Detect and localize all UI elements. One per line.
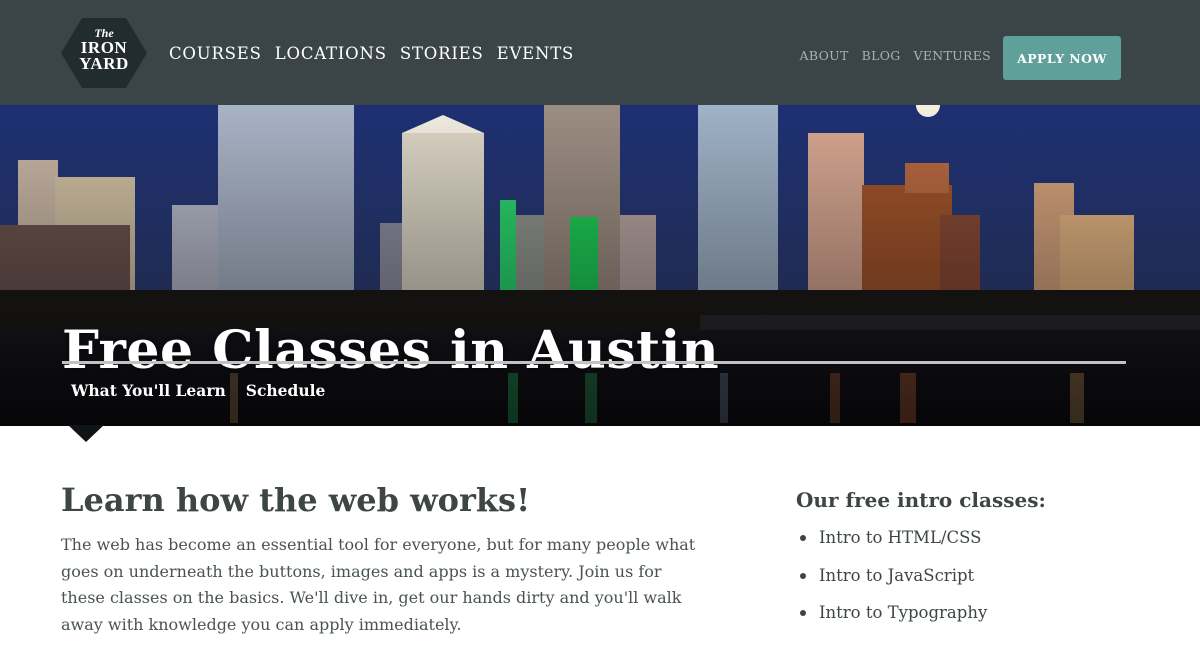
hero-tabs: What You'll Learn Schedule [71,380,325,402]
hero-banner: Free Classes in Austin What You'll Learn… [0,105,1200,426]
logo-wordmark: The IRON YARD [61,16,147,90]
class-label: Intro to JavaScript [819,565,975,585]
list-item: Intro to Typography [800,599,987,637]
logo-line-yard: YARD [79,54,129,73]
main-nav: COURSES LOCATIONS STORIES EVENTS [169,43,574,65]
nav-blog[interactable]: BLOG [862,47,901,65]
nav-about[interactable]: ABOUT [800,47,849,65]
site-header: The IRON YARD COURSES LOCATIONS STORIES … [0,0,1200,105]
hero-divider [62,361,1126,364]
nav-locations[interactable]: LOCATIONS [275,43,387,65]
hero-title: Free Classes in Austin [62,320,720,381]
tab-schedule[interactable]: Schedule [246,380,326,402]
list-item: Intro to JavaScript [800,562,987,600]
bullet-icon [800,535,806,541]
class-label: Intro to Typography [819,603,988,622]
nav-ventures[interactable]: VENTURES [914,47,991,65]
list-item: Intro to HTML/CSS [800,524,987,562]
nav-stories[interactable]: STORIES [400,43,484,65]
nav-courses[interactable]: COURSES [169,43,262,65]
nav-events[interactable]: EVENTS [497,43,575,65]
class-label: Intro to HTML/CSS [819,528,982,547]
intro-class-list: Intro to HTML/CSS Intro to JavaScript In… [800,524,987,637]
apply-now-button[interactable]: APPLY NOW [1003,36,1121,80]
utility-nav: ABOUT BLOG VENTURES [800,47,991,65]
bullet-icon [800,610,806,616]
sidebar-title: Our free intro classes: [796,488,1046,512]
active-tab-pointer-icon [68,425,104,442]
tab-what-youll-learn[interactable]: What You'll Learn [71,380,226,402]
section-body: The web has become an essential tool for… [61,535,696,634]
section-title: Learn how the web works! [61,481,531,519]
bullet-icon [800,572,806,579]
iron-yard-logo[interactable]: The IRON YARD [61,16,147,90]
